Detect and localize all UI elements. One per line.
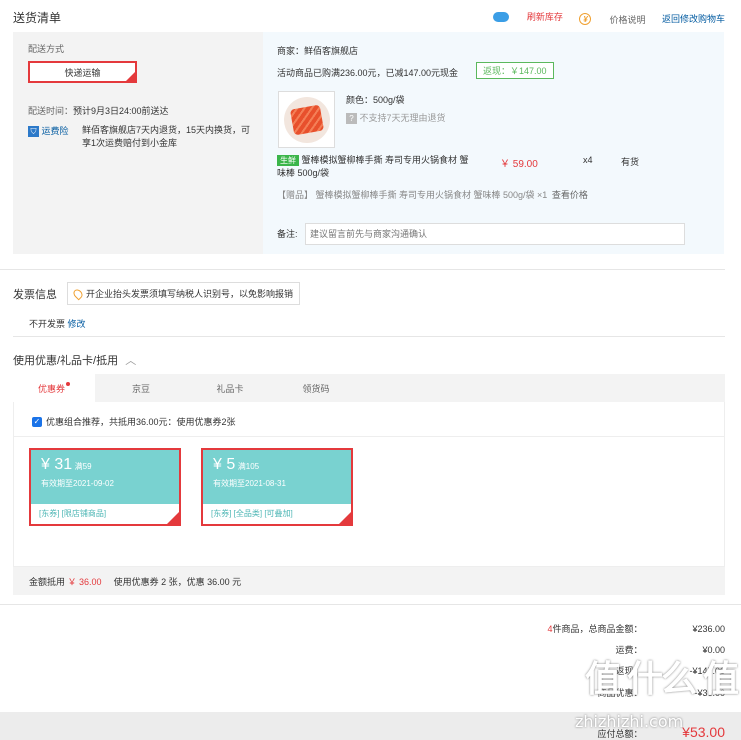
coupon-card[interactable]: ¥ 31 满59 有效期至2021-09-02 [东券] [限店铺商品]	[29, 448, 181, 526]
product-spec: 颜色：500g/袋	[346, 95, 405, 105]
gift-text: 【赠品】 蟹棒模拟蟹柳棒手撕 寿司专用火锅食材 蟹味棒 500g/袋 ×1	[277, 190, 548, 200]
coupon-amount: ¥ 5	[213, 456, 236, 473]
coupon-top: ¥ 31 满59 有效期至2021-09-02	[31, 450, 179, 504]
refresh-stock-link[interactable]: 刷新库存	[492, 10, 563, 23]
product-qty: x4	[583, 155, 593, 165]
tab-jingdou[interactable]: 京豆	[95, 374, 187, 402]
tab-pickup-code[interactable]: 领货码	[273, 374, 359, 402]
watermark-logo: 值 什么 值	[585, 658, 739, 699]
price-info-link[interactable]: ¥ 价格说明	[579, 13, 645, 26]
express-shipping-button[interactable]: 快递运输	[28, 61, 137, 83]
fresh-tag: 生鲜	[277, 155, 299, 166]
shipping-panel: 配送方式 快递运输 配送时间：预计9月3日24:00前送达 ⛉ 运费险 鲜佰客旗…	[13, 32, 263, 254]
delivery-time: 配送时间：预计9月3日24:00前送达	[28, 104, 169, 117]
insurance-label: 运费险	[41, 126, 69, 136]
memo-input[interactable]	[305, 223, 685, 245]
page-title: 送货清单	[13, 11, 62, 25]
tab-giftcard[interactable]: 礼品卡	[187, 374, 273, 402]
stock-status: 有货	[621, 157, 640, 167]
coupon-amount: ¥ 31	[41, 456, 73, 473]
recommend-text: 优惠组合推荐，共抵用36.00元：使用优惠券2张	[46, 417, 236, 427]
selected-corner-icon	[339, 512, 351, 524]
header-tools: 刷新库存 ¥ 价格说明 返回修改购物车	[479, 10, 725, 26]
info-icon: ¥	[579, 13, 592, 25]
watermark-url: zhizhizhi.com	[575, 712, 684, 731]
product-name-text: 蟹棒模拟蟹柳棒手撕 寿司专用火锅食材 蟹味棒 500g/袋	[277, 155, 469, 178]
watermark: 值 什么 值 zhizhizhi.com	[575, 630, 741, 740]
new-dot-icon	[66, 382, 70, 386]
back-to-cart-link[interactable]: 返回修改购物车	[662, 12, 725, 25]
gift-price-link[interactable]: 查看价格	[552, 190, 588, 200]
divider	[0, 269, 725, 270]
discount-summary: 金额抵用 ￥ 36.00 使用优惠券 2 张，优惠 36.00 元	[13, 567, 725, 595]
invoice-value: 不开发票 修改	[29, 317, 86, 330]
location-pin-icon	[71, 287, 85, 300]
tab-coupons-label: 优惠券	[37, 383, 65, 394]
delivery-time-label: 配送时间：	[28, 106, 74, 116]
selected-corner-icon	[126, 72, 135, 81]
tab-pickup-code-label: 领货码	[302, 383, 330, 394]
coupon-top: ¥ 5 满105 有效期至2021-08-31	[203, 450, 351, 504]
product-image[interactable]	[278, 91, 335, 148]
discount-summary-text: 使用优惠券 2 张，优惠 36.00 元	[113, 576, 242, 587]
crab-stick-image	[289, 104, 324, 135]
insurance-badge[interactable]: ⛉ 运费险	[28, 124, 69, 137]
coupon-expiry: 有效期至2021-08-31	[213, 479, 286, 488]
discount-toggle[interactable]: 使用优惠/礼品卡/抵用 ︿	[13, 352, 136, 368]
refresh-stock-label: 刷新库存	[526, 12, 563, 22]
product-name[interactable]: 生鲜 蟹棒模拟蟹柳棒手撕 寿司专用火锅食材 蟹味棒 500g/袋	[277, 154, 477, 180]
return-policy: ? 不支持7天无理由退货	[346, 111, 446, 124]
invoice-tip-text: 开企业抬头发票须填写纳税人识别号，以免影响报销	[86, 289, 294, 299]
express-shipping-label: 快递运输	[64, 67, 101, 78]
tab-jingdou-label: 京豆	[131, 383, 150, 394]
checkbox-checked-icon[interactable]: ✓	[32, 416, 42, 427]
divider	[13, 336, 725, 337]
coupon-condition: 满105	[237, 462, 260, 471]
divider	[0, 604, 741, 605]
question-icon: ?	[346, 113, 357, 124]
coupon-tags: [东券] [限店铺商品]	[39, 509, 107, 518]
merchant-name: 商家：鲜佰客旗舰店	[277, 46, 359, 56]
discount-title: 使用优惠/礼品卡/抵用	[13, 355, 119, 367]
coupon-expiry: 有效期至2021-09-02	[41, 479, 114, 488]
invoice-title: 发票信息	[13, 289, 57, 301]
coupon-condition: 满59	[74, 462, 92, 471]
invoice-edit-link[interactable]: 修改	[68, 319, 86, 329]
discount-tabs: 优惠券 京豆 礼品卡 领货码	[13, 374, 725, 402]
tab-coupons[interactable]: 优惠券	[13, 374, 95, 402]
shipping-method-title: 配送方式	[28, 44, 65, 54]
divider	[13, 436, 725, 437]
chevron-up-icon: ︿	[125, 355, 137, 367]
invoice-value-text: 不开发票	[29, 319, 66, 329]
shield-icon: ⛉	[28, 126, 39, 137]
discount-total-value: ￥ 36.00	[67, 576, 102, 587]
invoice-tip: 开企业抬头发票须填写纳税人识别号，以免影响报销	[67, 282, 301, 305]
cashback-badge: 返现：￥147.00	[476, 62, 554, 79]
memo-label: 备注:	[277, 229, 298, 239]
gift-item: 【赠品】 蟹棒模拟蟹柳棒手撕 寿司专用火锅食材 蟹味棒 500g/袋 ×1 查看…	[277, 188, 588, 201]
coupon-tags: [东券] [全品类] [可叠加]	[211, 509, 293, 518]
promo-text: 活动商品已购满236.00元，已减147.00元现金	[277, 68, 459, 78]
tab-giftcard-label: 礼品卡	[216, 383, 244, 394]
discount-total: 金额抵用 ￥ 36.00	[29, 575, 102, 588]
recommend-row[interactable]: ✓ 优惠组合推荐，共抵用36.00元：使用优惠券2张	[32, 415, 236, 428]
discount-total-label: 金额抵用	[29, 576, 66, 587]
plate-image	[283, 96, 330, 143]
coupon-card[interactable]: ¥ 5 满105 有效期至2021-08-31 [东券] [全品类] [可叠加]	[201, 448, 353, 526]
product-price: ￥ 59.00	[500, 159, 538, 170]
delivery-time-value: 预计9月3日24:00前送达	[73, 106, 169, 116]
selected-corner-icon	[167, 512, 179, 524]
return-policy-text: 不支持7天无理由退货	[359, 113, 446, 123]
cloud-icon	[492, 11, 509, 22]
price-info-label: 价格说明	[609, 14, 646, 25]
insurance-text: 鲜佰客旗舰店7天内退货，15天内换货，可享1次运费赔付到小金库	[82, 125, 251, 148]
